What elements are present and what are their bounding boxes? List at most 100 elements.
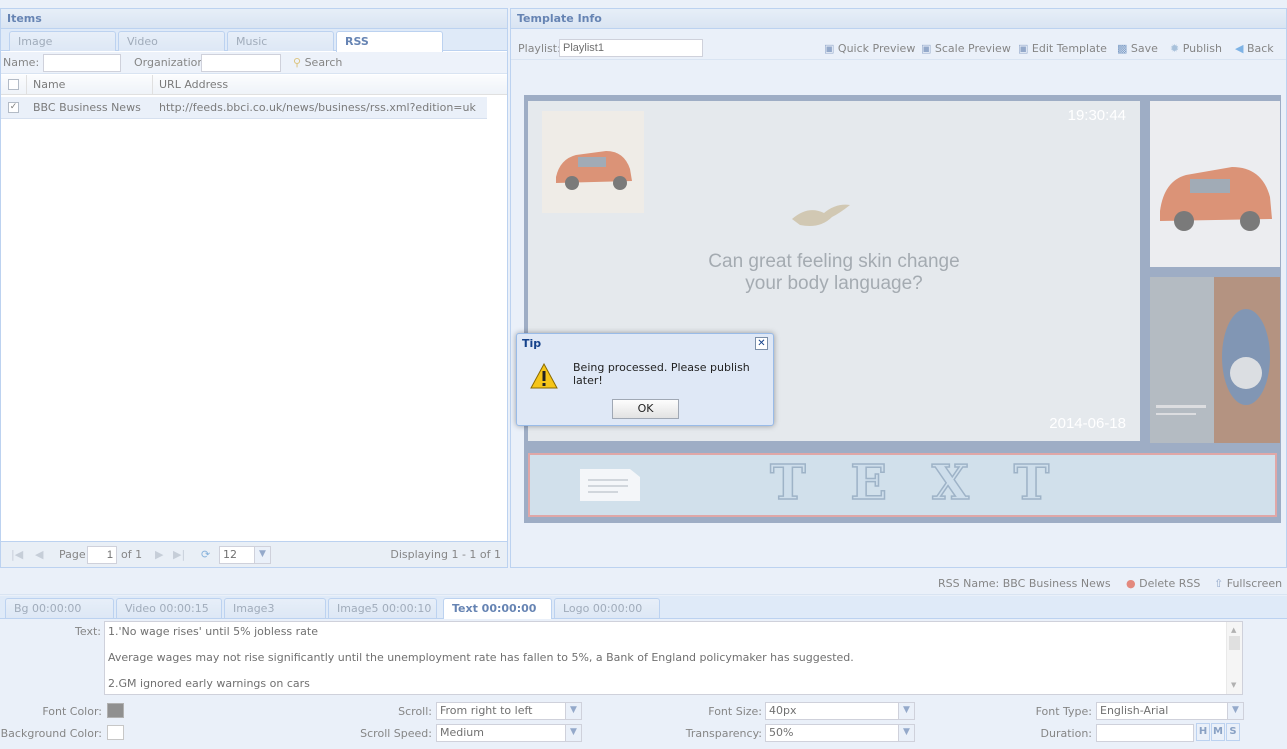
scroll-speed-select[interactable]: Medium ▼ xyxy=(436,724,582,742)
region-tabs: Bg 00:00:00 Video 00:00:15 Image3 00:00:… xyxy=(0,596,1287,634)
first-page-icon[interactable]: |◀ xyxy=(11,548,23,561)
preview-icon: ▣ xyxy=(921,42,932,55)
scale-preview-label: Scale Preview xyxy=(934,42,1011,55)
edit-template-button[interactable]: ▣ Edit Template xyxy=(1018,42,1107,55)
rss-url-cell: http://feeds.bbci.co.uk/news/business/rs… xyxy=(159,101,476,114)
tab-image5[interactable]: Image5 00:00:10 xyxy=(328,598,437,618)
preview-image-region-1[interactable] xyxy=(1150,101,1280,267)
playlist-input[interactable] xyxy=(559,39,703,57)
preview-time: 19:30:44 xyxy=(1067,107,1126,124)
template-toolbar: Playlist: ▣ Quick Preview ▣ Scale Previe… xyxy=(511,36,1286,60)
delete-rss-label: Delete RSS xyxy=(1139,577,1201,590)
quick-preview-button[interactable]: ▣ Quick Preview xyxy=(824,42,915,55)
chevron-down-icon: ▼ xyxy=(898,703,914,719)
preview-text-region[interactable]: T E X T xyxy=(528,453,1277,517)
save-icon: ▩ xyxy=(1117,42,1128,55)
name-search-input[interactable] xyxy=(43,54,121,72)
duration-input[interactable] xyxy=(1096,724,1194,742)
warning-icon xyxy=(530,363,558,389)
items-panel-title: Items xyxy=(1,9,507,29)
preview-image-region-2[interactable] xyxy=(1150,277,1280,443)
page-size-value: 12 xyxy=(223,548,237,561)
chevron-down-icon: ▼ xyxy=(254,547,270,563)
items-tabs: Image Video Music RSS xyxy=(1,29,507,52)
page-size-select[interactable]: 12 ▼ xyxy=(219,546,271,564)
items-panel: Items Image Video Music RSS Name: Organi… xyxy=(0,8,508,568)
font-type-select[interactable]: English-Arial ▼ xyxy=(1096,702,1244,720)
organization-search-input[interactable] xyxy=(201,54,281,72)
page-count-label: of 1 xyxy=(121,548,143,561)
column-header-name[interactable]: Name xyxy=(27,75,153,95)
duration-seconds-button[interactable]: S xyxy=(1226,723,1240,741)
headline-line-2: your body language? xyxy=(745,273,923,294)
transparency-select[interactable]: 50% ▼ xyxy=(765,724,915,742)
paging-status: Displaying 1 - 1 of 1 xyxy=(390,548,501,561)
scroll-direction-value: From right to left xyxy=(440,704,533,717)
scroll-speed-label: Scroll Speed: xyxy=(360,727,432,740)
publish-button[interactable]: ✹ Publish xyxy=(1170,42,1222,55)
preview-date: 2014-06-18 xyxy=(1049,415,1126,432)
bg-color-swatch[interactable] xyxy=(107,725,124,740)
tab-video-region[interactable]: Video 00:00:15 xyxy=(116,598,222,618)
name-label: Name: xyxy=(3,56,40,69)
text-settings-form: Text: 1.'No wage rises' until 5% jobless… xyxy=(0,619,1287,749)
row-checkbox[interactable]: ✓ xyxy=(8,102,19,113)
tab-logo[interactable]: Logo 00:00:00 xyxy=(554,598,660,618)
fullscreen-button[interactable]: ⇧ Fullscreen xyxy=(1214,577,1282,590)
text-content-area[interactable]: 1.'No wage rises' until 5% jobless rate … xyxy=(104,621,1243,695)
refresh-icon[interactable]: ⟳ xyxy=(201,548,210,561)
chevron-down-icon: ▼ xyxy=(565,725,581,741)
text-line-2: Average wages may not rise significantly… xyxy=(108,651,854,664)
rss-name-label: RSS Name: BBC Business News xyxy=(938,577,1111,590)
scrollbar-thumb[interactable] xyxy=(1229,636,1240,650)
rss-grid-header: Name URL Address xyxy=(1,75,507,95)
items-search-toolbar: Name: Organization: ⚲ Search xyxy=(1,52,507,74)
search-button[interactable]: ⚲ Search xyxy=(293,56,342,69)
scroll-down-icon[interactable]: ▼ xyxy=(1231,679,1236,692)
font-size-select[interactable]: 40px ▼ xyxy=(765,702,915,720)
dialog-message: Being processed. Please publish later! xyxy=(573,361,750,387)
next-page-icon[interactable]: ▶ xyxy=(155,548,163,561)
last-page-icon[interactable]: ▶| xyxy=(173,548,185,561)
dialog-title: Tip xyxy=(522,337,542,350)
prev-page-icon[interactable]: ◀ xyxy=(35,548,43,561)
playlist-label: Playlist: xyxy=(518,42,561,55)
scale-preview-button[interactable]: ▣ Scale Preview xyxy=(921,42,1011,55)
duration-minutes-button[interactable]: M xyxy=(1211,723,1225,741)
tab-text[interactable]: Text 00:00:00 xyxy=(443,598,552,619)
template-panel-title: Template Info xyxy=(511,9,1286,29)
tab-video[interactable]: Video xyxy=(118,31,225,51)
tab-bg[interactable]: Bg 00:00:00 xyxy=(5,598,114,618)
car-image xyxy=(1150,101,1280,267)
tab-music[interactable]: Music xyxy=(227,31,334,51)
save-button[interactable]: ▩ Save xyxy=(1117,42,1158,55)
edit-icon: ▣ xyxy=(1018,42,1029,55)
tab-rss[interactable]: RSS xyxy=(336,31,443,52)
fullscreen-label: Fullscreen xyxy=(1226,577,1283,590)
transparency-value: 50% xyxy=(769,726,794,739)
search-icon: ⚲ xyxy=(293,56,302,69)
text-label: Text: xyxy=(75,625,101,638)
tab-image3[interactable]: Image3 00:00:20 xyxy=(224,598,326,634)
tab-image[interactable]: Image xyxy=(9,31,116,51)
dove-logo-icon xyxy=(792,204,850,226)
select-all-checkbox[interactable] xyxy=(8,79,19,90)
column-header-url[interactable]: URL Address xyxy=(153,75,507,95)
scroll-direction-select[interactable]: From right to left ▼ xyxy=(436,702,582,720)
back-button[interactable]: ◀ Back xyxy=(1235,42,1274,55)
font-size-value: 40px xyxy=(769,704,797,717)
scroll-label: Scroll: xyxy=(398,705,432,718)
duration-hours-button[interactable]: H xyxy=(1196,723,1210,741)
publish-icon: ✹ xyxy=(1170,42,1180,55)
text-line-3: 2.GM ignored early warnings on cars xyxy=(108,677,310,690)
delete-rss-button[interactable]: ● Delete RSS xyxy=(1126,577,1200,590)
text-scrollbar[interactable]: ▲ ▼ xyxy=(1226,622,1242,694)
font-color-swatch[interactable] xyxy=(107,703,124,718)
fullscreen-icon: ⇧ xyxy=(1214,577,1224,590)
page-number-input[interactable] xyxy=(87,546,117,564)
ok-button[interactable]: OK xyxy=(612,399,679,419)
close-icon[interactable]: ✕ xyxy=(755,337,768,350)
select-all-cell xyxy=(1,75,27,95)
table-row[interactable]: ✓ BBC Business News http://feeds.bbci.co… xyxy=(1,97,487,119)
rss-toolbar: RSS Name: BBC Business News ● Delete RSS… xyxy=(0,572,1287,595)
